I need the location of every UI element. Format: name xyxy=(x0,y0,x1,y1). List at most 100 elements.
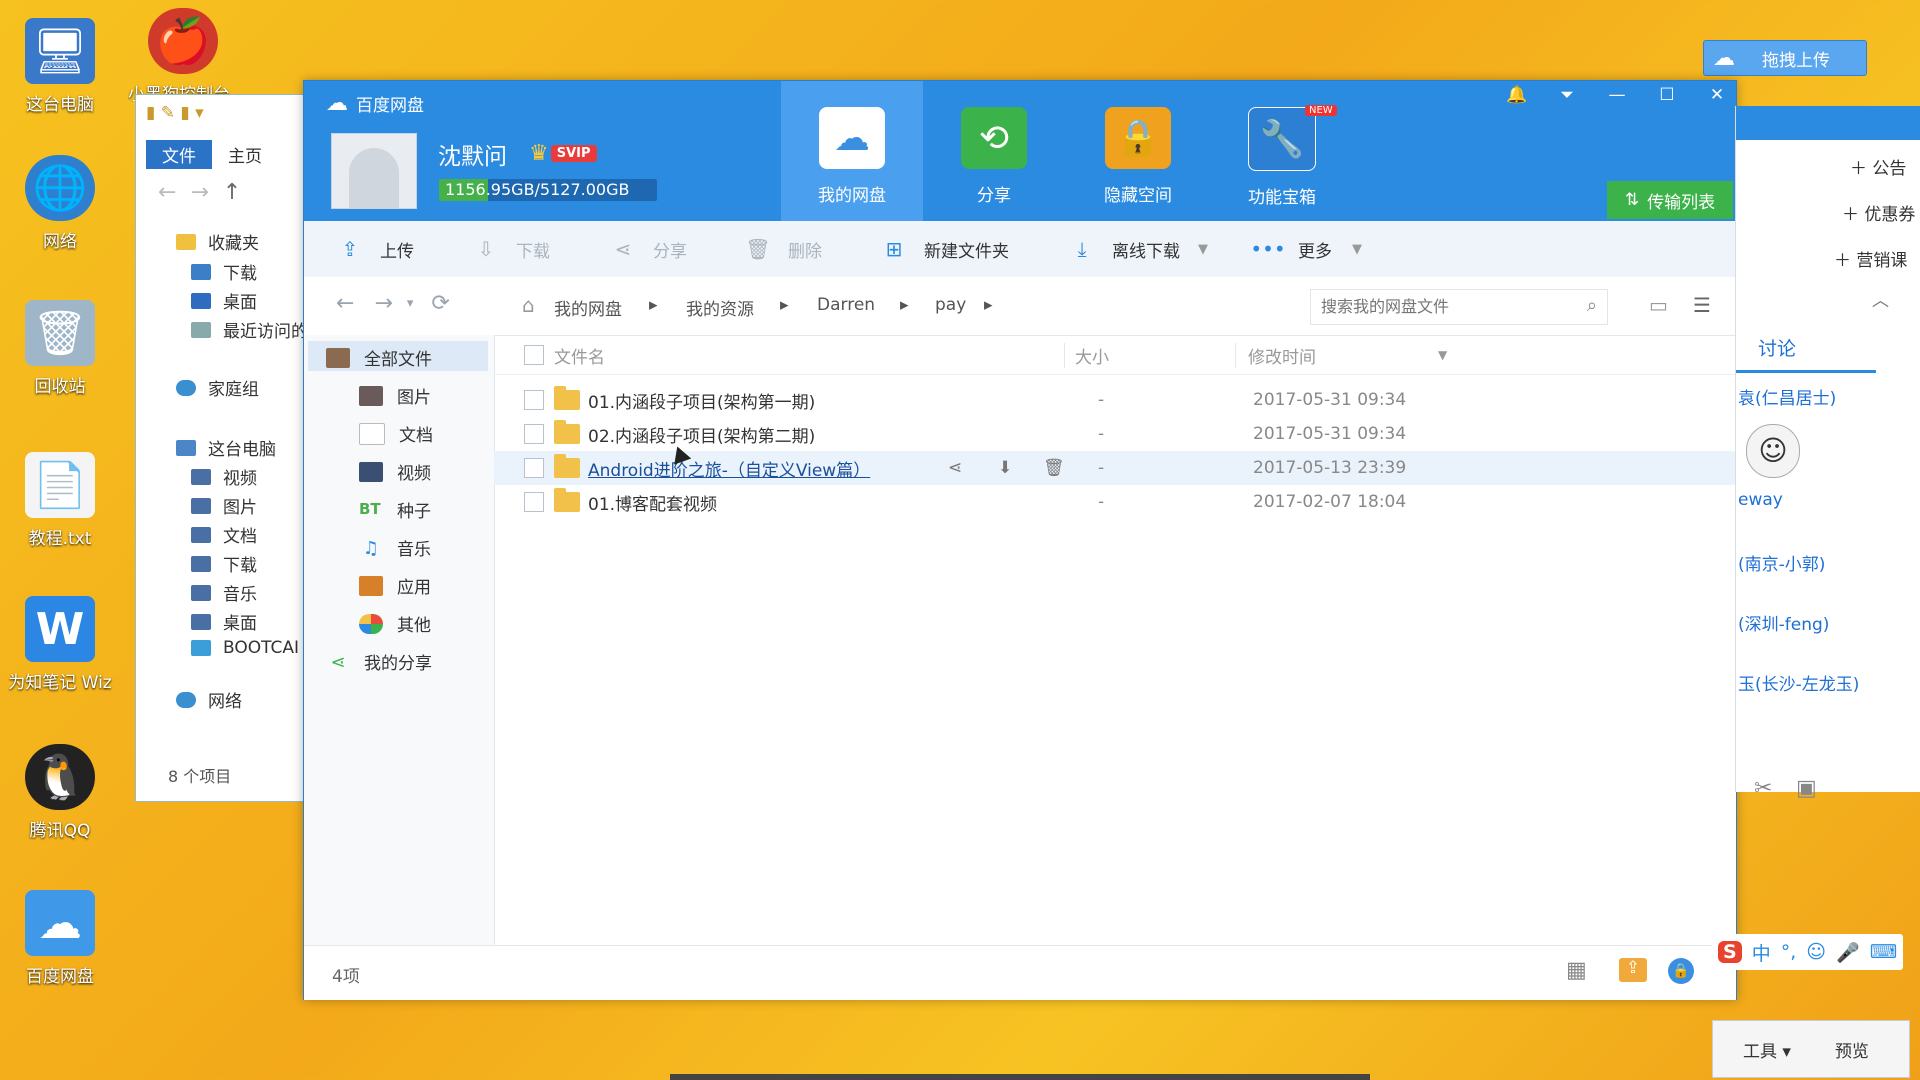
upload-button[interactable]: ⇪ 上传 xyxy=(336,221,414,277)
grid-apps-icon[interactable]: ▦ xyxy=(1566,958,1587,983)
grid-view-icon[interactable]: ▭ xyxy=(1649,293,1668,317)
category-videos[interactable]: 视频 xyxy=(359,459,431,484)
row-checkbox[interactable] xyxy=(524,458,544,478)
username[interactable]: 沈默问 xyxy=(438,137,507,171)
tab-hidden-space[interactable]: 🔒 隐藏空间 xyxy=(1067,81,1209,221)
explorer-nav-videos[interactable]: 视频 xyxy=(191,464,257,489)
forward-icon[interactable]: → xyxy=(190,180,208,205)
download-button[interactable]: ⇩ 下载 xyxy=(472,221,550,277)
file-row[interactable]: 01.博客配套视频 - 2017-02-07 18:04 xyxy=(494,485,1736,519)
explorer-nav-downloads[interactable]: 下载 xyxy=(191,259,257,284)
column-modified[interactable]: 修改时间 xyxy=(1235,342,1438,368)
vip-badge[interactable]: ♛ SVIP xyxy=(529,141,597,166)
file-name[interactable]: 01.博客配套视频 xyxy=(588,490,1098,515)
tab-share[interactable]: ⟲ 分享 xyxy=(923,81,1065,221)
ime-mode[interactable]: 中 xyxy=(1752,939,1771,966)
minimize-icon[interactable]: — xyxy=(1592,85,1642,105)
explorer-nav-documents[interactable]: 文档 xyxy=(191,522,257,547)
forward-icon[interactable]: → xyxy=(374,291,392,316)
chat-user[interactable]: (深圳-feng) xyxy=(1738,610,1829,635)
explorer-tab-file[interactable]: 文件 xyxy=(146,140,212,169)
explorer-nav-bootcamp[interactable]: BOOTCAI xyxy=(191,638,299,658)
column-size[interactable]: 大小 xyxy=(1064,342,1235,368)
explorer-nav-favorites[interactable]: 收藏夹 xyxy=(176,229,259,254)
breadcrumb-my-disk[interactable]: 我的网盘 xyxy=(554,295,622,320)
breadcrumb-pay[interactable]: pay xyxy=(935,295,966,315)
explorer-nav-pictures[interactable]: 图片 xyxy=(191,493,257,518)
explorer-tab-home[interactable]: 主页 xyxy=(212,140,278,169)
offline-download-button[interactable]: ⤓ 离线下载 ▼ xyxy=(1068,221,1208,277)
coupon-item[interactable]: ＋ 优惠券 xyxy=(1842,200,1915,225)
chat-user[interactable]: 袁(仁昌居士) xyxy=(1738,384,1836,409)
punctuation-icon[interactable]: °, xyxy=(1781,941,1797,963)
row-checkbox[interactable] xyxy=(524,424,544,444)
menu-icon[interactable]: ⏷ xyxy=(1542,85,1592,105)
desktop-icon-qq[interactable]: 🐧 腾讯QQ xyxy=(5,744,115,841)
tab-toolbox[interactable]: 🔧 功能宝箱 NEW xyxy=(1211,81,1353,221)
announcement-item[interactable]: ＋ 公告 xyxy=(1850,154,1906,179)
category-documents[interactable]: 文档 xyxy=(359,421,433,446)
sogou-logo-icon[interactable]: S xyxy=(1718,941,1742,963)
category-apps[interactable]: 应用 xyxy=(359,573,431,598)
close-icon[interactable]: ✕ xyxy=(1692,85,1742,105)
explorer-nav-desktop-2[interactable]: 桌面 xyxy=(191,609,257,634)
file-name[interactable]: 01.内涵段子项目(架构第一期) xyxy=(588,388,1098,413)
explorer-nav-recent[interactable]: 最近访问的 xyxy=(191,317,308,342)
file-name[interactable]: 02.内涵段子项目(架构第二期) xyxy=(588,422,1098,447)
image-icon[interactable]: ▣ xyxy=(1796,776,1817,801)
category-pictures[interactable]: 图片 xyxy=(359,383,431,408)
sort-dropdown-icon[interactable]: ▼ xyxy=(1438,348,1447,362)
keyboard-icon[interactable]: ⌨ xyxy=(1870,941,1897,963)
maximize-icon[interactable]: ☐ xyxy=(1642,85,1692,105)
breadcrumb-my-resources[interactable]: 我的资源 xyxy=(686,295,754,320)
scissors-icon[interactable]: ✂ xyxy=(1754,776,1772,801)
category-torrents[interactable]: BT 种子 xyxy=(359,497,431,523)
desktop-icon-text-file[interactable]: 📄 教程.txt xyxy=(5,452,115,549)
search-input[interactable] xyxy=(1319,290,1563,322)
list-view-icon[interactable]: ☰ xyxy=(1693,293,1711,317)
explorer-nav-downloads-2[interactable]: 下载 xyxy=(191,551,257,576)
horizontal-scrollbar[interactable] xyxy=(670,1074,1370,1080)
back-icon[interactable]: ← xyxy=(158,180,176,205)
desktop-icon-computer[interactable]: 🖥 这台电脑 xyxy=(5,18,115,115)
file-row[interactable]: 01.内涵段子项目(架构第一期) - 2017-05-31 09:34 xyxy=(494,383,1736,417)
delete-button[interactable]: 🗑 删除 xyxy=(744,221,822,277)
collapse-icon[interactable]: ︿ xyxy=(1872,286,1889,311)
file-name[interactable]: Android进阶之旅-（自定义View篇） xyxy=(588,456,948,481)
tools-button[interactable]: 工具 ▾ xyxy=(1743,1037,1791,1062)
category-all-files[interactable]: 全部文件 xyxy=(326,345,432,370)
discussion-tab[interactable]: 讨论 xyxy=(1758,334,1796,361)
emoji-icon[interactable]: ☺ xyxy=(1806,941,1826,963)
breadcrumb-darren[interactable]: Darren xyxy=(817,295,875,315)
row-download-icon[interactable]: ⬇ xyxy=(998,458,1043,478)
refresh-icon[interactable]: ⟳ xyxy=(431,291,449,316)
desktop-icon-controller[interactable]: 🍎 小黑狗控制台 xyxy=(128,8,238,102)
lock-circle-icon[interactable]: 🔒 xyxy=(1668,958,1694,984)
search-icon[interactable]: ⌕ xyxy=(1587,295,1597,316)
share-button[interactable]: ⋖ 分享 xyxy=(609,221,687,277)
search-box[interactable]: ⌕ xyxy=(1310,289,1608,325)
bell-icon[interactable]: 🔔 xyxy=(1492,85,1542,105)
explorer-nav-homegroup[interactable]: 家庭组 xyxy=(176,375,259,400)
up-icon[interactable]: ↑ xyxy=(223,180,241,205)
explorer-nav-network[interactable]: 网络 xyxy=(176,687,242,712)
chat-user[interactable]: (南京-小郭) xyxy=(1738,550,1825,575)
desktop-icon-baidu-cloud[interactable]: ☁ 百度网盘 xyxy=(5,890,115,987)
home-icon[interactable]: ⌂ xyxy=(522,293,535,317)
preview-button[interactable]: 预览 xyxy=(1835,1037,1869,1062)
category-my-share[interactable]: ⋖ 我的分享 xyxy=(326,649,432,675)
microphone-icon[interactable]: 🎤 xyxy=(1836,941,1860,964)
column-name[interactable]: 文件名 xyxy=(554,343,1064,368)
row-share-icon[interactable]: ⋖ xyxy=(948,458,998,478)
back-icon[interactable]: ← xyxy=(336,291,354,316)
avatar[interactable] xyxy=(331,133,417,209)
marketing-item[interactable]: ＋ 营销课 xyxy=(1834,246,1907,271)
new-folder-button[interactable]: ⊞ 新建文件夹 xyxy=(880,221,1009,277)
tab-my-disk[interactable]: ☁ 我的网盘 xyxy=(781,81,923,221)
drag-upload-button[interactable]: ☁ 拖拽上传 xyxy=(1703,40,1867,76)
select-all-checkbox[interactable] xyxy=(524,345,544,365)
category-other[interactable]: 其他 xyxy=(359,611,431,636)
explorer-nav-this-pc[interactable]: 这台电脑 xyxy=(176,435,276,460)
row-checkbox[interactable] xyxy=(524,492,544,512)
explorer-nav-music[interactable]: 音乐 xyxy=(191,580,257,605)
